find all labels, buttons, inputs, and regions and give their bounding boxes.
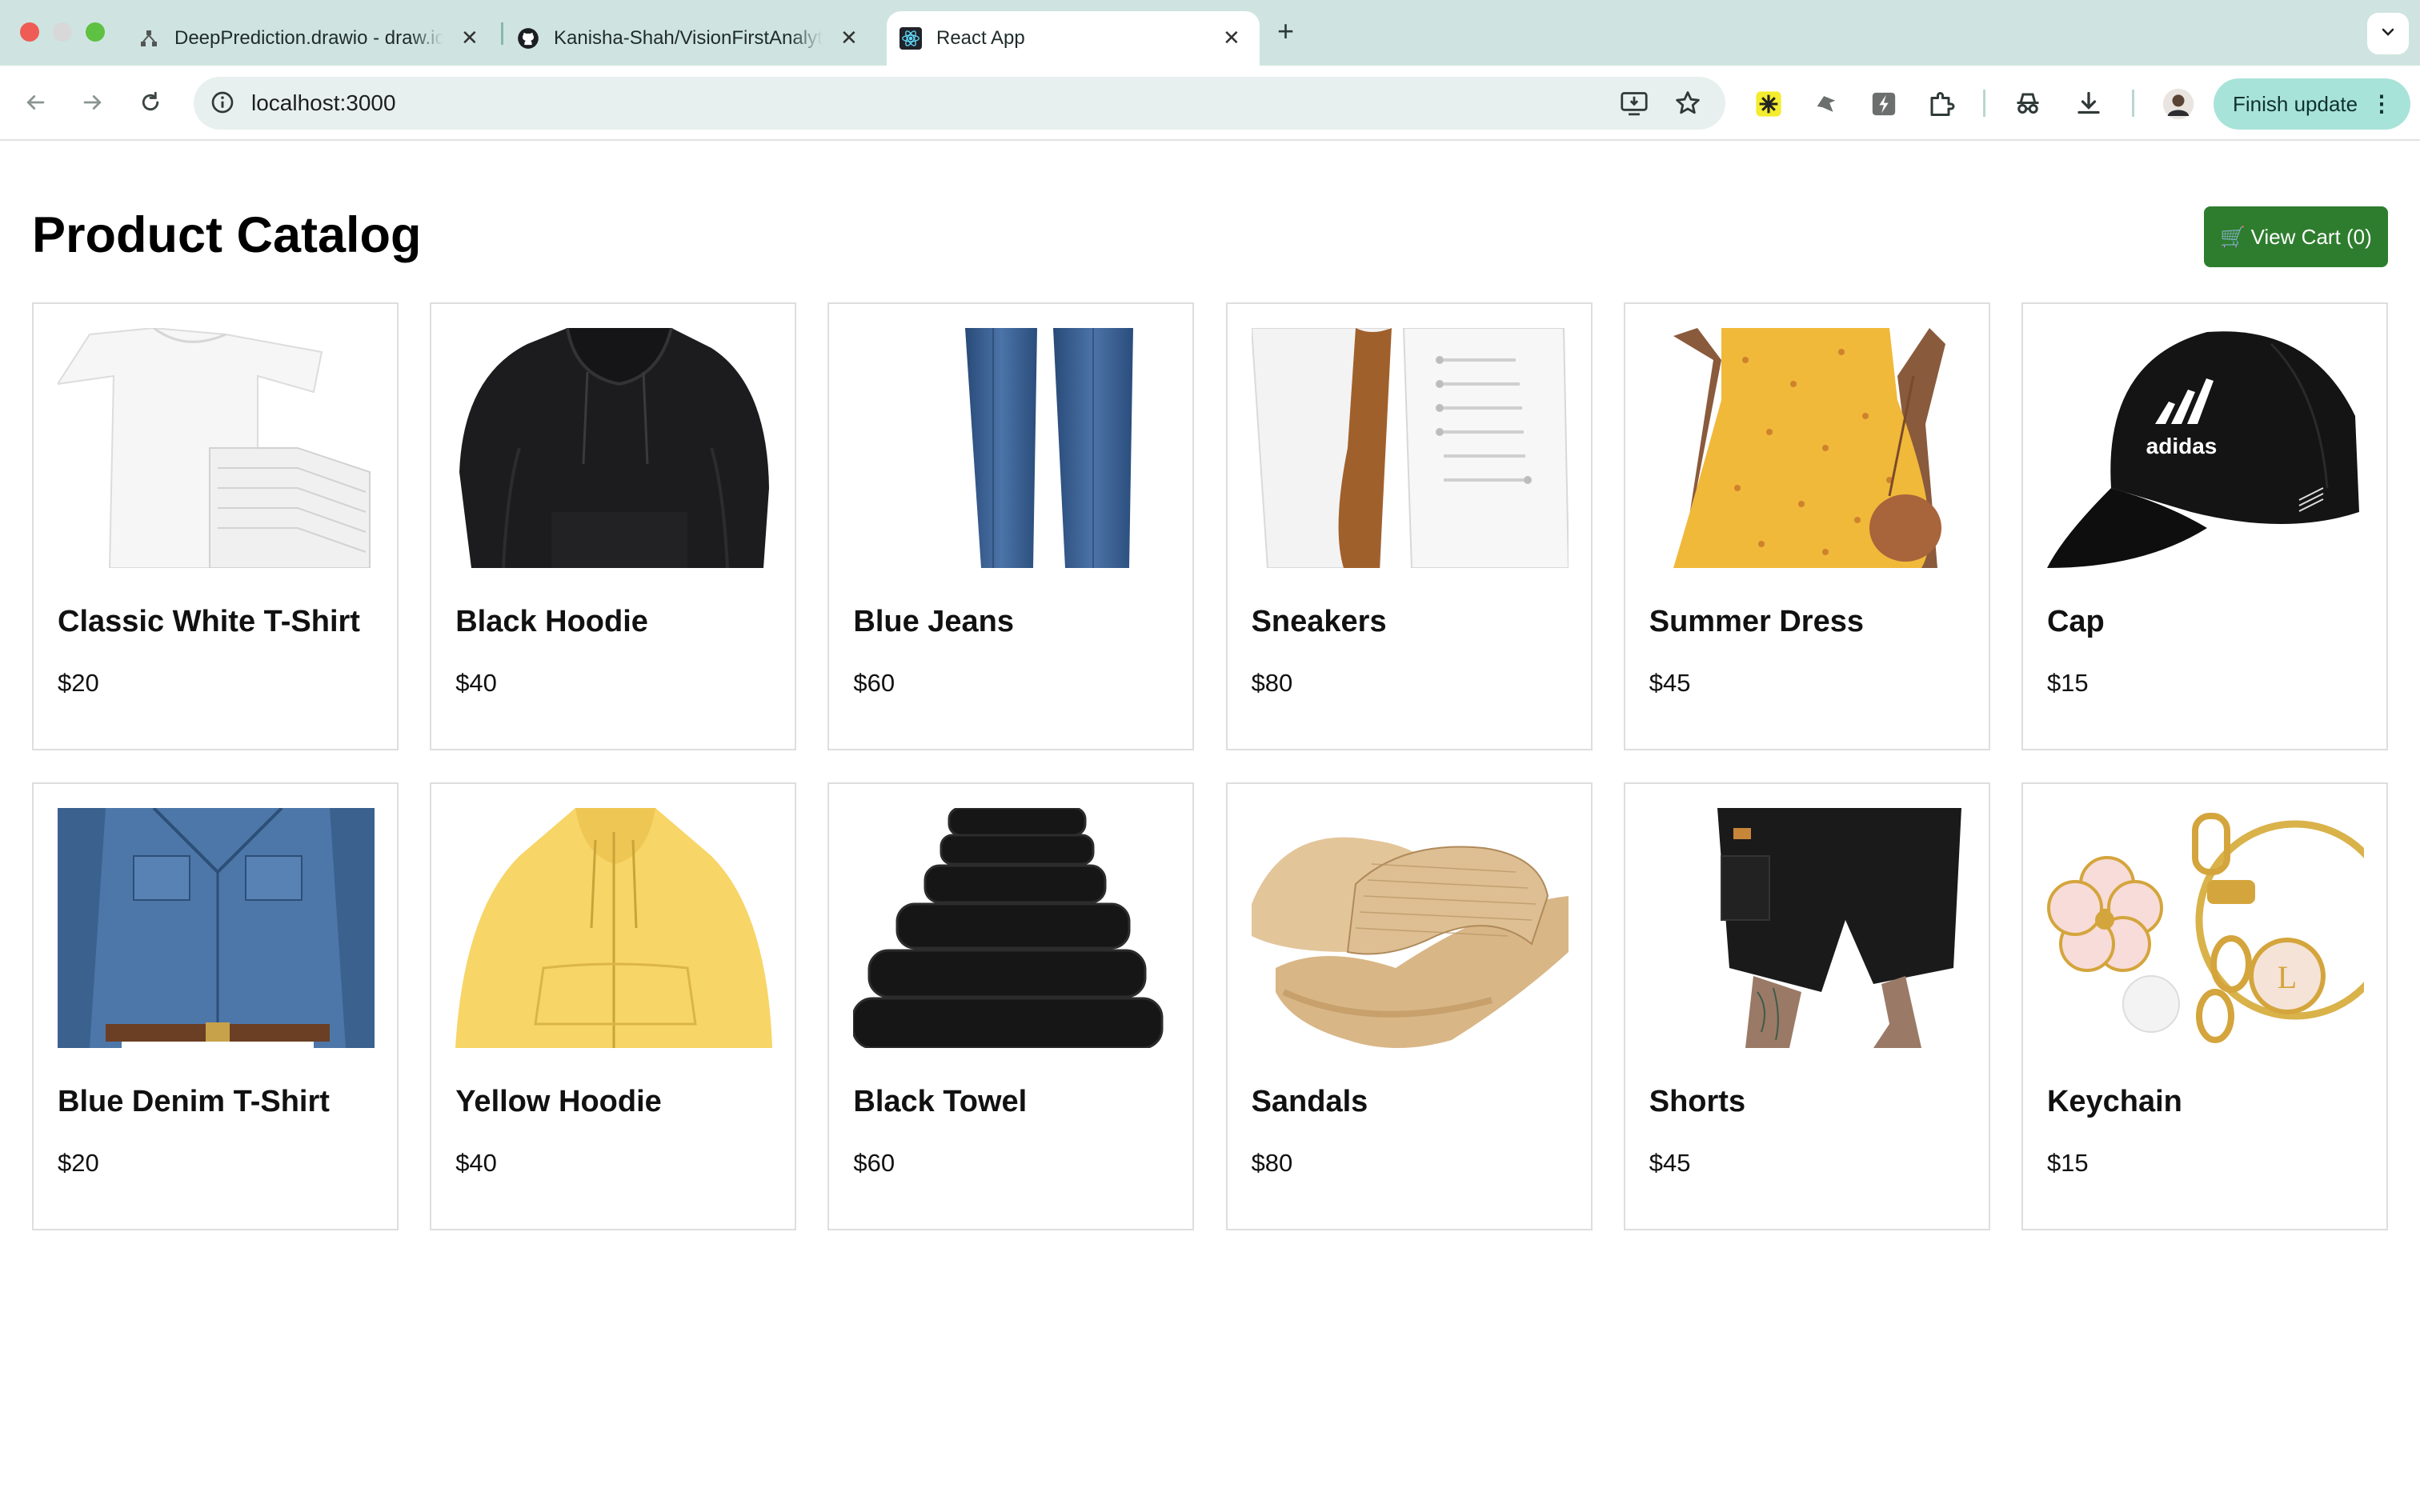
view-cart-button[interactable]: 🛒 View Cart (0) (2204, 206, 2388, 267)
tab-strip: DeepPrediction.drawio - draw.io ✕ Kanish… (0, 0, 2420, 66)
download-icon[interactable] (2073, 88, 2105, 120)
product-card[interactable]: Shorts $45 (1623, 782, 1990, 1230)
chevron-down-icon (2378, 22, 2398, 46)
product-name: Sneakers (1251, 605, 1387, 638)
url-text[interactable]: localhost:3000 (251, 90, 396, 116)
site-info-icon[interactable] (210, 90, 235, 119)
close-tab-icon[interactable]: ✕ (461, 26, 479, 50)
cart-icon: 🛒 (2220, 224, 2246, 249)
tab-search-button[interactable] (2367, 13, 2409, 54)
blue-jeans-image (853, 328, 1170, 568)
toolbar-divider (1983, 90, 1985, 117)
back-button[interactable] (16, 83, 54, 122)
reload-button[interactable] (131, 83, 170, 122)
profile-avatar[interactable] (2162, 88, 2194, 120)
tab-divider (501, 22, 503, 45)
product-name: Summer Dress (1649, 605, 1864, 638)
yellow-dress-image (1649, 328, 1966, 568)
bookmark-star-icon[interactable] (1674, 90, 1701, 121)
black-cap-image: adidas (2046, 328, 2364, 568)
tab-react-app[interactable]: React App ✕ (887, 11, 1260, 66)
product-card[interactable]: L Keychain $15 (2021, 782, 2388, 1230)
tab-title: Kanisha-Shah/VisionFirstAnalytics (554, 27, 823, 49)
arrow-right-icon (83, 95, 102, 110)
extensions-puzzle-icon[interactable] (1925, 88, 1957, 120)
page-title: Product Catalog (32, 207, 422, 263)
product-price: $80 (1251, 1149, 1293, 1177)
product-price: $45 (1649, 1149, 1691, 1177)
tab-github[interactable]: Kanisha-Shah/VisionFirstAnalytics ✕ (517, 11, 869, 66)
product-name: Blue Denim T-Shirt (58, 1085, 330, 1118)
extension-yellow-icon[interactable] (1753, 88, 1785, 120)
black-hoodie-image (455, 328, 772, 568)
view-cart-label: View Cart (0) (2250, 224, 2372, 249)
product-card[interactable]: Yellow Hoodie $40 (430, 782, 797, 1230)
product-name: Blue Jeans (853, 605, 1015, 638)
product-price: $40 (455, 1149, 497, 1177)
browser-toolbar: localhost:3000 Finish update ⋮ (0, 66, 2420, 141)
forward-button[interactable] (74, 83, 112, 122)
product-card[interactable]: Black Hoodie $40 (430, 302, 797, 750)
address-bar[interactable]: localhost:3000 (194, 77, 1725, 130)
product-price: $45 (1649, 669, 1691, 697)
extension-bird-icon[interactable] (1810, 88, 1842, 120)
product-name: Cap (2046, 605, 2105, 638)
product-price: $80 (1251, 669, 1293, 697)
yellow-hoodie-image (455, 808, 773, 1048)
black-towels-image (853, 808, 1170, 1048)
product-name: Shorts (1649, 1085, 1746, 1118)
product-price: $20 (58, 1149, 99, 1177)
more-vertical-icon: ⋮ (2370, 91, 2393, 116)
product-price: $20 (58, 669, 99, 697)
product-card[interactable]: Sandals $80 (1225, 782, 1593, 1230)
react-icon (899, 27, 922, 50)
product-price: $15 (2046, 669, 2089, 697)
reload-icon (142, 91, 159, 111)
flower-keychain-image: L (2046, 808, 2364, 1048)
product-name: Black Hoodie (455, 605, 648, 638)
product-name: Classic White T-Shirt (58, 605, 360, 638)
brand-logo: adidas (2146, 434, 2218, 458)
woven-sandals-image (1251, 808, 1569, 1048)
black-shorts-image (1649, 808, 1966, 1048)
product-card[interactable]: Classic White T-Shirt $20 (32, 302, 399, 750)
toolbar-divider (2132, 90, 2134, 117)
denim-shirt-image (58, 808, 375, 1048)
arrow-left-icon (26, 95, 45, 110)
product-price: $60 (853, 669, 895, 697)
product-price: $15 (2046, 1149, 2089, 1177)
tab-drawio[interactable]: DeepPrediction.drawio - draw.io ✕ (138, 11, 490, 66)
install-app-icon[interactable] (1620, 90, 1649, 121)
product-card[interactable]: Blue Jeans $60 (827, 302, 1195, 750)
window-close-button[interactable] (20, 22, 39, 42)
close-tab-icon[interactable]: ✕ (840, 26, 858, 50)
product-price: $60 (853, 1149, 895, 1177)
window-minimize-button[interactable] (53, 22, 72, 42)
keychain-letter: L (2278, 959, 2297, 995)
product-name: Black Towel (853, 1085, 1028, 1118)
product-name: Sandals (1251, 1085, 1368, 1118)
window-zoom-button[interactable] (86, 22, 105, 42)
extension-bolt-icon[interactable] (1868, 88, 1900, 120)
white-tshirt-image (58, 328, 375, 568)
product-card[interactable]: Summer Dress $45 (1623, 302, 1990, 750)
finish-update-label: Finish update (2233, 91, 2358, 116)
product-card[interactable]: Blue Denim T-Shirt $20 (32, 782, 399, 1230)
product-price: $40 (455, 669, 497, 697)
product-card[interactable]: Sneakers $80 (1225, 302, 1593, 750)
tab-title: React App (936, 27, 1025, 49)
finish-update-button[interactable]: Finish update ⋮ (2214, 78, 2410, 130)
product-grid: Classic White T-Shirt $20 Black Hoodie $… (32, 302, 2388, 1230)
incognito-icon[interactable] (2012, 88, 2044, 120)
product-name: Keychain (2046, 1085, 2182, 1118)
product-card[interactable]: adidas Cap $15 (2021, 302, 2388, 750)
product-name: Yellow Hoodie (455, 1085, 662, 1118)
github-icon (517, 27, 539, 50)
product-card[interactable]: Black Towel $60 (827, 782, 1195, 1230)
close-tab-icon[interactable]: ✕ (1223, 26, 1240, 50)
new-tab-button[interactable]: + (1277, 14, 1294, 48)
tab-title: DeepPrediction.drawio - draw.io (174, 27, 443, 49)
drawio-icon (138, 27, 160, 50)
white-sneakers-image (1251, 328, 1569, 568)
